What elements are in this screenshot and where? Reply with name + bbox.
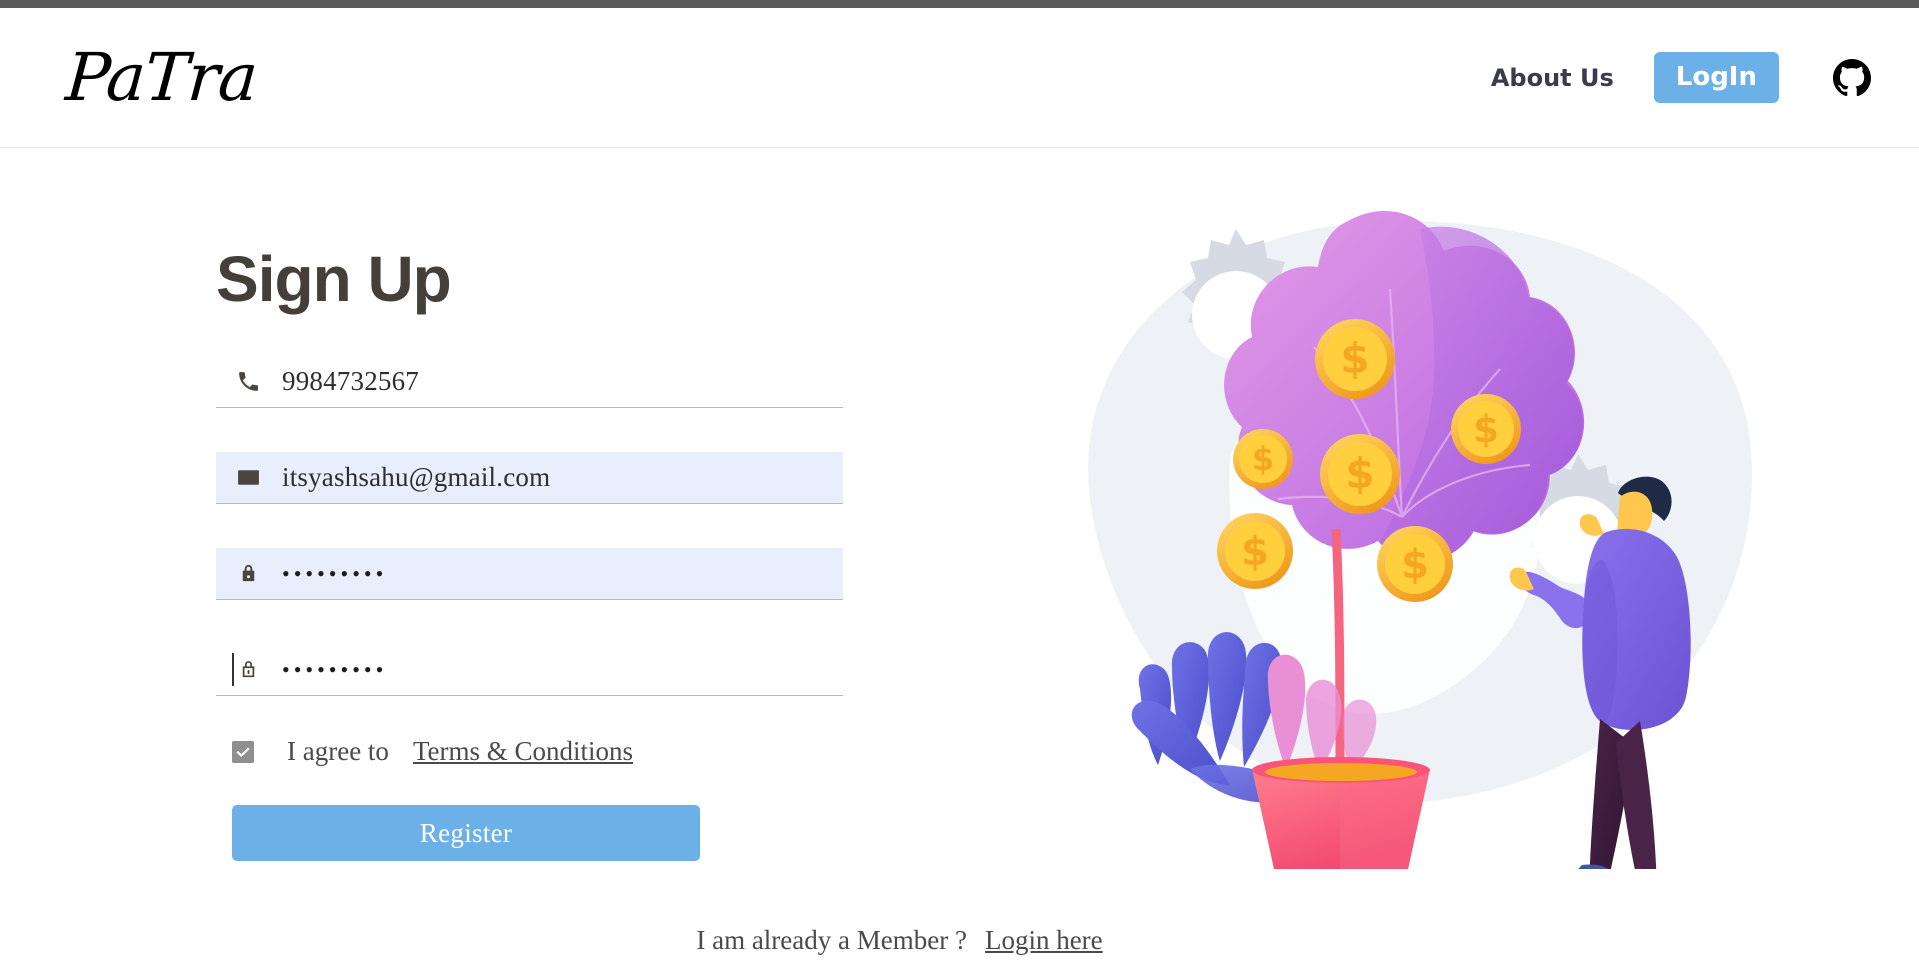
main-content: Sign Up 9984732567 itsyashsahu@gmail.com (0, 149, 1919, 974)
login-button[interactable]: LogIn (1653, 52, 1779, 103)
terms-and-conditions-link[interactable]: Terms & Conditions (413, 736, 633, 767)
brand-logo[interactable]: PaTra (63, 39, 259, 116)
member-prompt: I am already a Member ? (696, 925, 967, 955)
terms-checkbox[interactable] (232, 740, 254, 763)
terms-label: I agree to (287, 736, 389, 767)
svg-text:$: $ (1401, 542, 1429, 588)
confirm-password-field[interactable]: ••••••••• (216, 644, 843, 697)
phone-field[interactable]: 9984732567 (216, 356, 843, 409)
header-nav: About Us LogIn (1491, 52, 1871, 103)
page-title: Sign Up (216, 243, 452, 315)
signup-form: Sign Up 9984732567 itsyashsahu@gmail.com (216, 243, 856, 862)
confirm-password-value: ••••••••• (282, 656, 388, 682)
svg-text:$: $ (1241, 529, 1269, 575)
svg-text:$: $ (1252, 440, 1274, 478)
lock-open-icon (230, 657, 266, 682)
svg-text:$: $ (1345, 449, 1374, 498)
password-value: ••••••••• (282, 560, 388, 586)
money-tree-illustration: $ $ $ $ $ $ (1030, 169, 1790, 869)
svg-text:$: $ (1473, 408, 1499, 451)
footer: I am already a Member ? Login here (0, 925, 1919, 956)
login-here-link[interactable]: Login here (985, 925, 1103, 956)
browser-top-strip (0, 0, 1919, 8)
register-button[interactable]: Register (232, 805, 700, 862)
terms-row: I agree to Terms & Conditions (232, 736, 856, 767)
phone-icon (230, 369, 266, 394)
text-cursor (232, 653, 234, 687)
email-field[interactable]: itsyashsahu@gmail.com (216, 452, 843, 505)
password-field[interactable]: ••••••••• (216, 548, 843, 601)
email-value: itsyashsahu@gmail.com (282, 462, 551, 493)
nav-link-about-us[interactable]: About Us (1491, 64, 1614, 92)
svg-text:$: $ (1340, 334, 1369, 383)
phone-value: 9984732567 (282, 366, 419, 397)
lock-closed-icon (230, 561, 266, 586)
github-icon[interactable] (1833, 58, 1871, 97)
site-header: PaTra About Us LogIn (0, 8, 1919, 148)
envelope-icon (230, 465, 266, 490)
